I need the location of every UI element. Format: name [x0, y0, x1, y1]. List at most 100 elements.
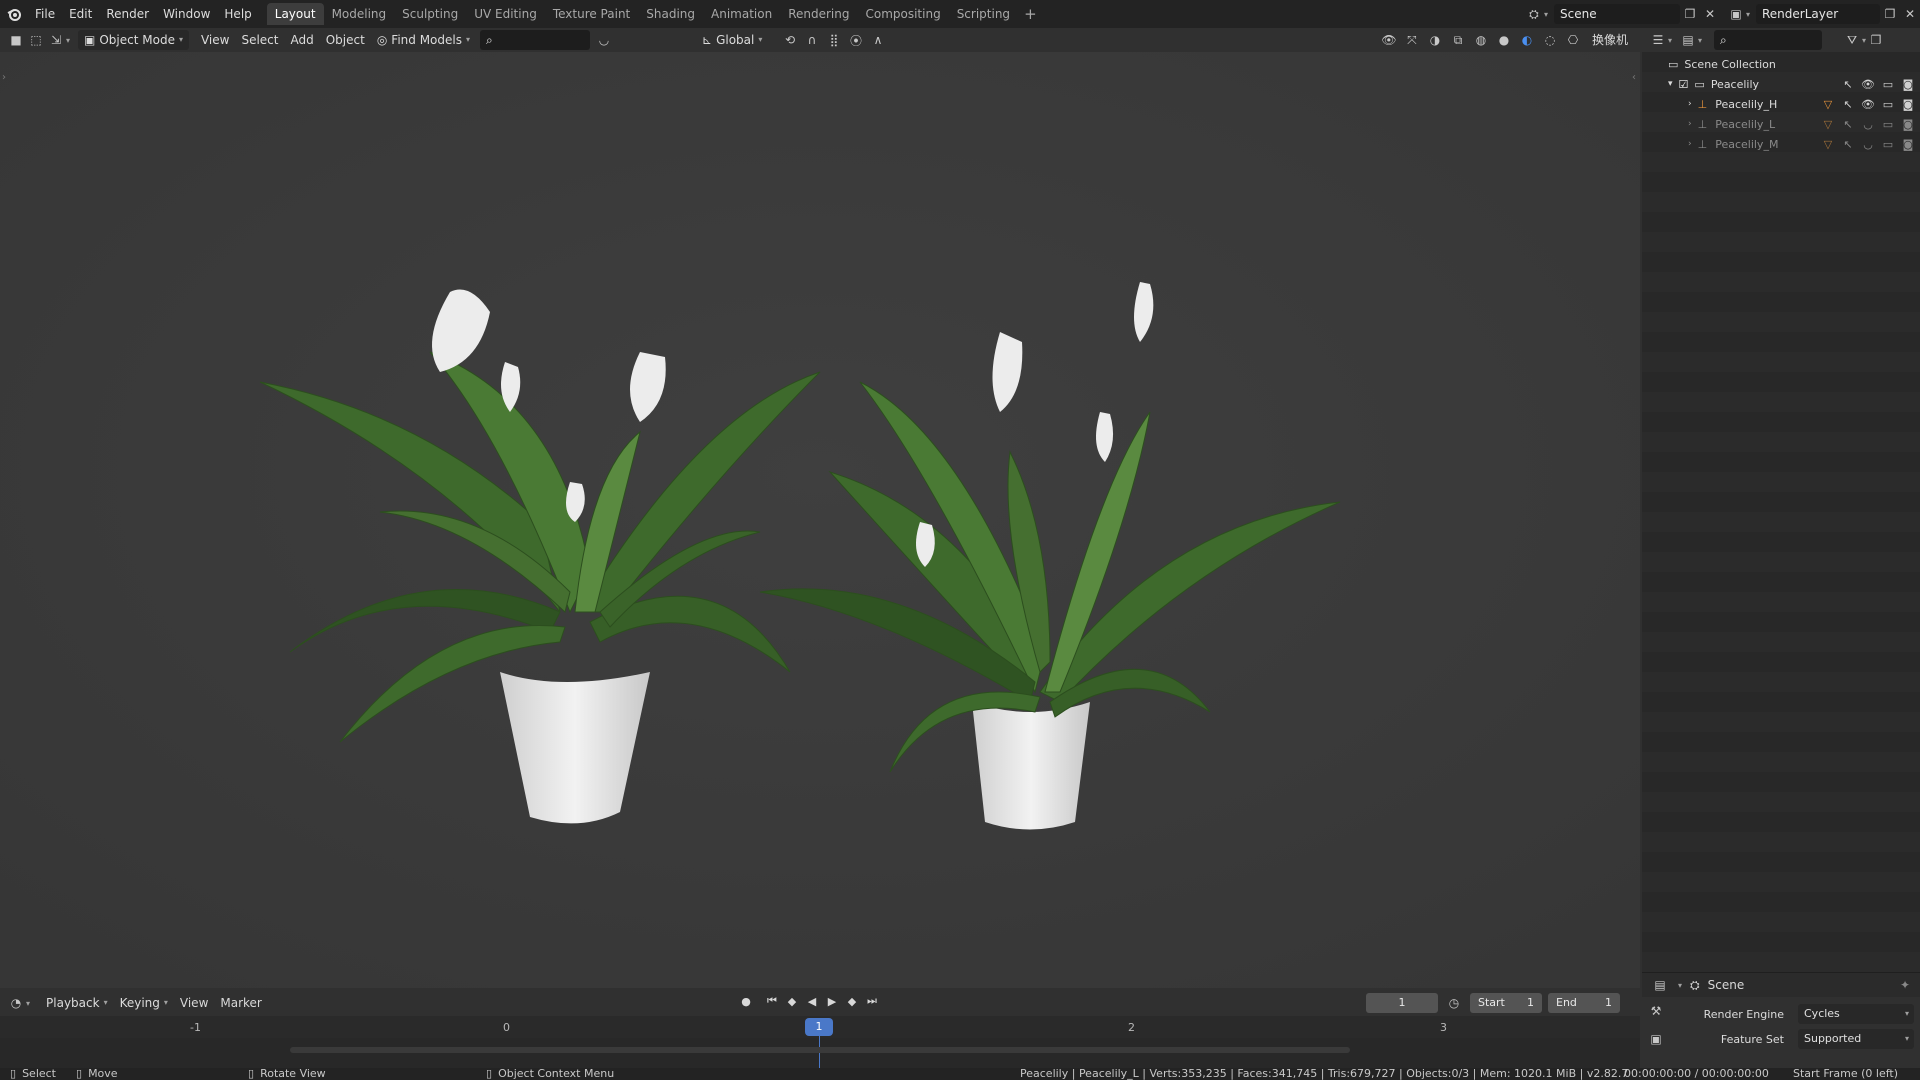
new-scene-icon[interactable]: ❐ — [1680, 4, 1700, 24]
select-menu[interactable]: Select — [235, 30, 284, 50]
proportional-edit-icon[interactable]: ⦿ — [846, 30, 866, 50]
menu-help[interactable]: Help — [217, 3, 258, 25]
marker-menu[interactable]: Marker — [214, 996, 267, 1010]
menu-render[interactable]: Render — [99, 3, 156, 25]
eye-closed-icon[interactable]: ◡ — [1860, 118, 1876, 131]
overlay-icon[interactable]: ◑ — [1425, 30, 1445, 50]
object-mode-dropdown[interactable]: ▣ Object Mode ▾ — [78, 30, 189, 50]
select-box-icon[interactable]: ⬚ — [26, 30, 46, 50]
tab-uv-editing[interactable]: UV Editing — [466, 3, 545, 25]
snap-magnet-icon[interactable]: ∩ — [802, 30, 822, 50]
camera-switch-button[interactable]: 换像机 — [1586, 30, 1634, 50]
snap-increment-icon[interactable]: ⣿ — [824, 30, 844, 50]
solid-shading-icon[interactable]: ● — [1494, 30, 1514, 50]
playback-menu[interactable]: Playback ▾ — [40, 993, 114, 1013]
expand-chevron-icon[interactable]: › — [1688, 119, 1692, 129]
expand-chevron-icon[interactable]: ▾ — [1668, 79, 1673, 89]
outliner-row-peacelily[interactable]: ▾ ☑ ▭ Peacelily ↖ 👁 ▭ ◙ — [1642, 74, 1920, 94]
menu-edit[interactable]: Edit — [62, 3, 99, 25]
add-workspace-icon[interactable]: + — [1018, 3, 1043, 25]
selectable-icon[interactable]: ↖ — [1840, 78, 1856, 91]
monitor-icon[interactable]: ▭ — [1880, 78, 1896, 91]
monitor-icon[interactable]: ▭ — [1880, 138, 1896, 151]
transform-mode-icon[interactable]: ⇲ — [46, 30, 66, 50]
close-view-layer-icon[interactable]: ✕ — [1900, 4, 1920, 24]
falloff-icon[interactable]: ∧ — [868, 30, 888, 50]
monitor-icon[interactable]: ▭ — [1880, 118, 1896, 131]
rendered-shading-icon[interactable]: ◌ — [1540, 30, 1560, 50]
camera-icon[interactable]: ◙ — [1900, 78, 1916, 91]
camera-view-icon[interactable]: ⎔ — [1563, 30, 1583, 50]
outliner-row-peacelily-l[interactable]: › ⊥ Peacelily_L ▽ ↖ ◡ ▭ ◙ — [1642, 114, 1920, 134]
tab-rendering[interactable]: Rendering — [780, 3, 857, 25]
chevron-down-icon[interactable]: ▾ — [1678, 981, 1682, 990]
tab-animation[interactable]: Animation — [703, 3, 780, 25]
properties-editor-icon[interactable]: ▤ — [1650, 975, 1670, 995]
scene-name-field[interactable]: Scene — [1553, 4, 1680, 24]
clock-icon[interactable]: ◷ — [1444, 993, 1464, 1013]
selectable-icon[interactable]: ↖ — [1840, 98, 1856, 111]
timeline-scrollbar[interactable] — [290, 1047, 1350, 1053]
blender-logo-icon[interactable] — [0, 0, 28, 28]
menu-file[interactable]: File — [28, 3, 62, 25]
prev-keyframe-icon[interactable]: ◆ — [784, 995, 800, 1008]
object-menu[interactable]: Object — [320, 30, 371, 50]
new-collection-icon[interactable]: ❐ — [1866, 30, 1886, 50]
new-view-layer-icon[interactable]: ❐ — [1880, 4, 1900, 24]
play-reverse-icon[interactable]: ◀ — [804, 995, 820, 1008]
tab-sculpting[interactable]: Sculpting — [394, 3, 466, 25]
outliner-editor-icon[interactable]: ☰ — [1648, 30, 1668, 50]
camera-icon[interactable]: ◙ — [1900, 98, 1916, 111]
tab-texture-paint[interactable]: Texture Paint — [545, 3, 638, 25]
outliner-search-input[interactable]: ⌕ — [1714, 30, 1823, 50]
chevron-down-icon[interactable]: ▾ — [1544, 10, 1548, 19]
visibility-icon[interactable]: 👁 — [1379, 30, 1399, 50]
view-layer-field[interactable]: RenderLayer — [1756, 4, 1880, 24]
toolbar-expand-icon[interactable]: › — [2, 72, 6, 83]
tab-scripting[interactable]: Scripting — [949, 3, 1018, 25]
monitor-icon[interactable]: ▭ — [1880, 98, 1896, 111]
model-search-input[interactable]: ⌕ — [480, 30, 590, 50]
editor-type-icon[interactable]: ■ — [6, 30, 26, 50]
keying-menu[interactable]: Keying ▾ — [114, 993, 174, 1013]
timeline-view-menu[interactable]: View — [174, 996, 214, 1010]
outliner-row-peacelily-m[interactable]: › ⊥ Peacelily_M ▽ ↖ ◡ ▭ ◙ — [1642, 134, 1920, 154]
eye-closed-icon[interactable]: ◡ — [1860, 138, 1876, 151]
eye-icon[interactable]: 👁 — [1860, 78, 1876, 91]
scene-collection-row[interactable]: ▭ Scene Collection — [1642, 54, 1920, 74]
timeline-editor-icon[interactable]: ◔ — [6, 993, 26, 1013]
next-keyframe-icon[interactable]: ◆ — [844, 995, 860, 1008]
outliner-row-peacelily-h[interactable]: › ⊥ Peacelily_H ▽ ↖ 👁 ▭ ◙ — [1642, 94, 1920, 114]
current-frame-marker[interactable]: 1 — [805, 1018, 833, 1036]
tab-layout[interactable]: Layout — [266, 3, 324, 25]
wireframe-shading-icon[interactable]: ◍ — [1471, 30, 1491, 50]
search-options-icon[interactable]: ◡ — [594, 30, 614, 50]
xray-icon[interactable]: ⧉ — [1448, 30, 1468, 50]
modifier-icon[interactable]: ▽ — [1820, 98, 1836, 111]
tab-modeling[interactable]: Modeling — [324, 3, 395, 25]
chevron-down-icon[interactable]: ▾ — [1698, 36, 1702, 45]
material-shading-icon[interactable]: ◐ — [1517, 30, 1537, 50]
current-frame-field[interactable]: 1 — [1366, 993, 1438, 1013]
start-frame-field[interactable]: Start 1 — [1470, 993, 1542, 1013]
pin-icon[interactable]: ✦ — [1900, 978, 1910, 992]
tab-shading[interactable]: Shading — [638, 3, 703, 25]
view-menu[interactable]: View — [195, 30, 235, 50]
expand-chevron-icon[interactable]: › — [1688, 139, 1692, 149]
play-icon[interactable]: ▶ — [824, 995, 840, 1008]
selectable-icon[interactable]: ↖ — [1840, 138, 1856, 151]
modifier-icon[interactable]: ▽ — [1820, 118, 1836, 131]
modifier-icon[interactable]: ▽ — [1820, 138, 1836, 151]
pivot-icon[interactable]: ⟲ — [780, 30, 800, 50]
find-models-button[interactable]: ◎ Find Models ▾ — [371, 30, 476, 50]
3d-viewport[interactable]: › ‹ — [0, 52, 1640, 988]
chevron-down-icon[interactable]: ▾ — [26, 999, 30, 1008]
record-icon[interactable]: ● — [738, 995, 754, 1008]
checkbox-icon[interactable]: ☑ — [1679, 78, 1689, 91]
menu-window[interactable]: Window — [156, 3, 217, 25]
jump-end-icon[interactable]: ⏭ — [864, 994, 880, 1008]
transform-orientation-dropdown[interactable]: ⊾ Global ▾ — [696, 30, 768, 50]
gizmo-icon[interactable]: ⤧ — [1402, 30, 1422, 50]
camera-icon[interactable]: ◙ — [1900, 138, 1916, 151]
scene-icon[interactable]: ⛭ — [1524, 4, 1544, 24]
